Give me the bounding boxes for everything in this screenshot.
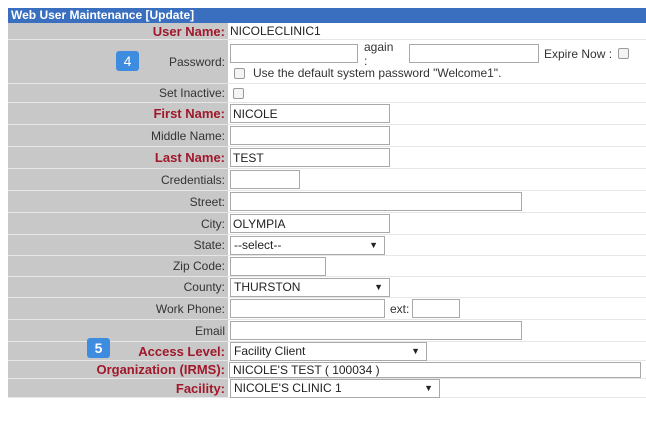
email-cell — [228, 320, 646, 341]
credentials-input[interactable] — [230, 170, 300, 189]
work-phone-input[interactable] — [230, 299, 385, 318]
row-organization: Organization (IRMS): NICOLE'S TEST ( 100… — [8, 361, 646, 379]
dropdown-arrow-icon: ▼ — [424, 382, 433, 393]
row-work-phone: Work Phone: ext: — [8, 298, 646, 320]
password-cell: again : Expire Now : Use the default sys… — [228, 40, 646, 83]
last-name-cell — [228, 147, 646, 168]
row-password: 4 Password: again : Expire Now : Use the… — [8, 40, 646, 84]
city-label: City: — [201, 216, 225, 231]
zip-label: Zip Code: — [172, 259, 225, 273]
county-select-value: THURSTON — [234, 280, 301, 294]
state-label: State: — [193, 238, 225, 252]
ext-label: ext: — [390, 301, 410, 316]
street-cell — [228, 191, 646, 212]
step-4-badge: 4 — [116, 51, 139, 71]
county-select[interactable]: THURSTON ▼ — [230, 277, 390, 297]
user-name-label: User Name: — [152, 23, 225, 39]
credentials-label: Credentials: — [160, 172, 225, 187]
zip-input[interactable] — [230, 256, 326, 276]
access-level-cell: Facility Client ▼ — [228, 341, 646, 361]
first-name-cell — [228, 103, 646, 124]
first-name-label: First Name: — [153, 106, 225, 121]
access-level-select[interactable]: Facility Client ▼ — [230, 341, 427, 361]
expire-now-label: Expire Now : — [544, 46, 613, 61]
row-city: City: — [8, 213, 646, 235]
facility-select-value: NICOLE'S CLINIC 1 — [234, 381, 342, 395]
middle-name-input[interactable] — [230, 126, 390, 145]
email-label: Email — [194, 323, 225, 338]
facility-cell: NICOLE'S CLINIC 1 ▼ — [228, 378, 646, 398]
facility-select[interactable]: NICOLE'S CLINIC 1 ▼ — [230, 378, 440, 398]
row-set-inactive: Set Inactive: — [8, 84, 646, 103]
set-inactive-label: Set Inactive: — [158, 86, 225, 100]
set-inactive-cell — [228, 84, 646, 102]
organization-value: NICOLE'S TEST ( 100034 ) — [229, 361, 641, 378]
row-state: State: --select-- ▼ — [8, 235, 646, 256]
row-credentials: Credentials: — [8, 169, 646, 191]
user-name-value: NICOLECLINIC1 — [228, 23, 646, 39]
row-access-level: 5 Access Level: Facility Client ▼ — [8, 338, 646, 361]
credentials-cell — [228, 169, 646, 190]
step-5-badge: 5 — [87, 338, 110, 358]
middle-name-label: Middle Name: — [150, 128, 225, 143]
county-label: County: — [183, 280, 225, 294]
access-level-label-cell: 5 Access Level: — [8, 338, 228, 360]
password-input[interactable] — [230, 44, 358, 63]
work-phone-cell: ext: — [228, 298, 646, 319]
dropdown-arrow-icon: ▼ — [369, 239, 378, 250]
row-middle-name: Middle Name: — [8, 125, 646, 147]
row-county: County: THURSTON ▼ — [8, 277, 646, 298]
row-facility: Facility: NICOLE'S CLINIC 1 ▼ — [8, 378, 646, 398]
row-street: Street: — [8, 191, 646, 213]
row-user-name: User Name: NICOLECLINIC1 — [8, 23, 646, 40]
dropdown-arrow-icon: ▼ — [374, 281, 383, 292]
last-name-label: Last Name: — [154, 150, 225, 165]
row-zip: Zip Code: — [8, 256, 646, 277]
dropdown-arrow-icon: ▼ — [411, 345, 420, 356]
city-cell — [228, 213, 646, 234]
street-label: Street: — [189, 194, 225, 209]
default-password-label: Use the default system password "Welcome… — [253, 66, 502, 80]
expire-now-checkbox-icon[interactable] — [618, 48, 630, 59]
user-form: User Name: NICOLECLINIC1 4 Password: aga… — [8, 23, 646, 398]
ext-input[interactable] — [412, 299, 461, 318]
middle-name-cell — [228, 125, 646, 146]
access-level-select-value: Facility Client — [234, 344, 306, 358]
organization-cell: NICOLE'S TEST ( 100034 ) — [228, 361, 646, 378]
top-strip — [0, 0, 646, 8]
set-inactive-checkbox-icon[interactable] — [233, 87, 244, 99]
work-phone-label: Work Phone: — [155, 301, 225, 316]
password-label: Password: — [168, 54, 225, 69]
organization-label: Organization (IRMS): — [96, 362, 225, 377]
state-select[interactable]: --select-- ▼ — [230, 235, 385, 255]
row-first-name: First Name: — [8, 103, 646, 125]
facility-label: Facility: — [175, 380, 225, 396]
row-last-name: Last Name: — [8, 147, 646, 169]
first-name-input[interactable] — [230, 104, 390, 123]
password-label-cell: 4 Password: — [8, 40, 228, 83]
form-title-bar: Web User Maintenance [Update] — [8, 8, 646, 23]
state-select-value: --select-- — [234, 238, 282, 252]
city-input[interactable] — [230, 214, 390, 233]
default-password-checkbox-icon[interactable] — [234, 67, 245, 79]
zip-cell — [228, 256, 646, 276]
email-input[interactable] — [230, 321, 522, 340]
access-level-label: Access Level: — [138, 343, 225, 359]
last-name-input[interactable] — [230, 148, 390, 167]
county-cell: THURSTON ▼ — [228, 277, 646, 297]
password-again-input[interactable] — [409, 44, 539, 63]
state-cell: --select-- ▼ — [228, 235, 646, 255]
street-input[interactable] — [230, 192, 522, 211]
